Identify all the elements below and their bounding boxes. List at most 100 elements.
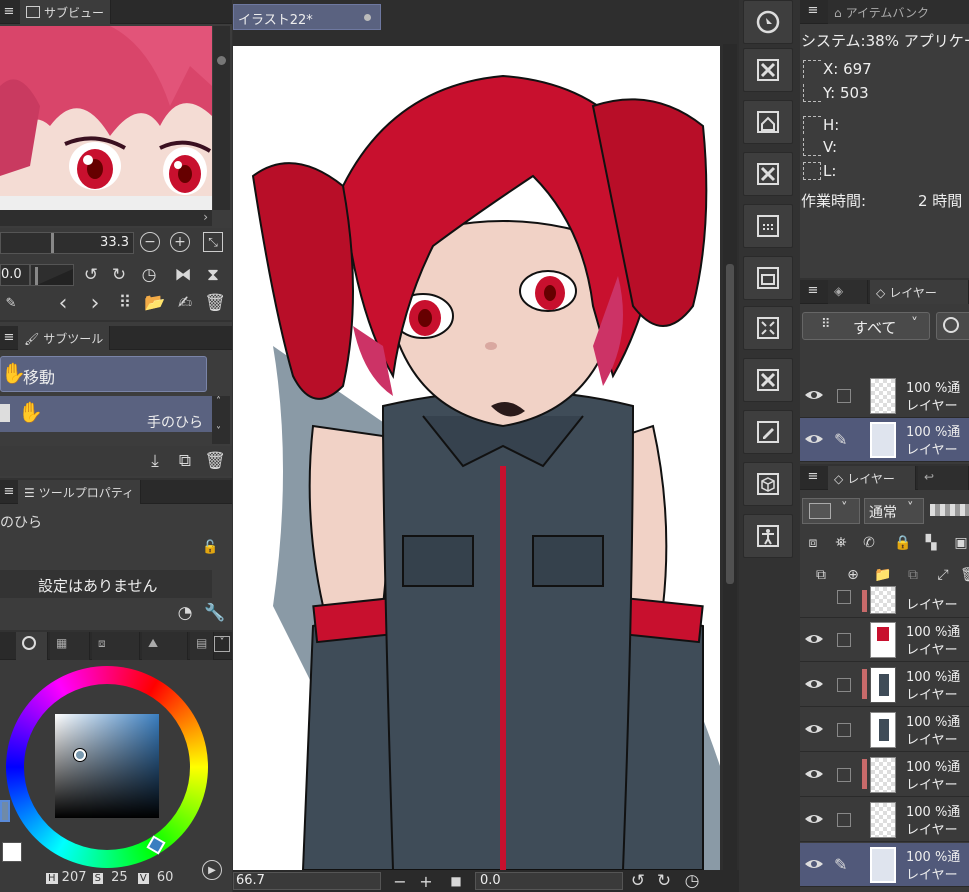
tab-layer-property[interactable]: ◈	[828, 280, 868, 304]
subview-hscrollbar[interactable]: ›	[0, 210, 212, 226]
rotate-field[interactable]: 0.0	[0, 264, 30, 286]
play-icon[interactable]: ▶	[202, 860, 222, 880]
mask-icon[interactable]: ▣	[950, 532, 969, 554]
eye-icon[interactable]	[804, 387, 824, 403]
trash-icon[interactable]: 🗑	[204, 292, 226, 314]
command-button-3[interactable]	[743, 100, 793, 144]
menu-icon[interactable]: ≡	[2, 484, 16, 499]
new-folder-icon[interactable]: 📁	[872, 564, 894, 586]
tab-subtool[interactable]: 🖌 サブツール	[18, 326, 111, 350]
rotate-right-icon[interactable]: ↻	[108, 264, 130, 286]
tool-settings-icon[interactable]: ◔	[174, 602, 196, 624]
canvas-zoom-field[interactable]: 66.7	[233, 872, 381, 890]
opacity-slider[interactable]	[930, 504, 969, 516]
merge-down-icon[interactable]: ⤢	[932, 564, 954, 586]
layer-row[interactable]: 100 %通 レイヤー	[800, 663, 969, 707]
checkbox[interactable]	[837, 633, 851, 647]
rotate-right-icon[interactable]: ↻	[653, 870, 675, 892]
tab-layer-search[interactable]: ◇ レイヤー	[870, 280, 969, 304]
unsaved-dot-icon[interactable]	[364, 14, 371, 21]
layer-row[interactable]: 100 %通 レイヤー	[800, 708, 969, 752]
fit-view-icon[interactable]: ⤡	[203, 232, 223, 252]
tab-history[interactable]: ▤	[190, 632, 214, 660]
blend-mode-dropdown[interactable]: 通常 ˅	[864, 498, 924, 524]
chevron-up-icon[interactable]: ˄	[216, 396, 221, 407]
layer-row[interactable]: レイヤー	[800, 586, 969, 618]
menu-icon[interactable]: ≡	[806, 283, 820, 298]
layer-row[interactable]: 100 %通 レイヤー	[800, 798, 969, 842]
grid-icon[interactable]: ⠿	[114, 292, 136, 314]
chevron-down-icon[interactable]: ˅	[214, 636, 230, 652]
chevron-right-icon[interactable]: ›	[84, 291, 106, 316]
subtool-group-move[interactable]: ✋ 移動	[0, 356, 207, 392]
layer-filter-dropdown[interactable]: ⠿ すべて ˅	[802, 312, 930, 340]
tab-color-set[interactable]: ▦	[50, 632, 90, 660]
sv-picker[interactable]	[74, 749, 86, 761]
ref-layer-icon[interactable]: ⛯	[830, 532, 852, 554]
checkbox[interactable]	[837, 590, 851, 604]
command-button-4[interactable]	[743, 152, 793, 196]
flip-vertical-icon[interactable]: ⧗	[202, 264, 224, 286]
checkbox[interactable]	[837, 678, 851, 692]
trash-icon[interactable]: 🗑	[958, 564, 969, 586]
reset-rotation-icon[interactable]: ◷	[138, 264, 160, 286]
zoom-out-icon[interactable]: −	[140, 232, 160, 252]
rotate-left-icon[interactable]: ↺	[80, 264, 102, 286]
command-button-5[interactable]	[743, 204, 793, 248]
tab-subview[interactable]: サブビュー	[20, 0, 112, 24]
checkbox[interactable]	[837, 768, 851, 782]
tab-color-wheel[interactable]	[16, 632, 48, 660]
subview-vscrollbar[interactable]	[213, 26, 230, 210]
pen-icon[interactable]: ✎	[0, 292, 22, 314]
open-folder-icon[interactable]: 📂	[144, 292, 166, 314]
tab-approx[interactable]: ⛰	[142, 632, 188, 660]
eye-icon[interactable]	[804, 811, 824, 827]
subtool-item-hand[interactable]: ✋ 手のひら	[0, 396, 212, 432]
layer-row[interactable]: 100 %通 レイヤー	[800, 618, 969, 662]
menu-icon[interactable]: ≡	[2, 4, 16, 19]
zoom-slider[interactable]: 33.3	[0, 232, 134, 254]
lock-alpha-icon[interactable]: ▚	[920, 532, 942, 554]
layer-row[interactable]: 100 %通 レイヤー	[800, 753, 969, 797]
checkbox-checked-icon[interactable]	[0, 404, 10, 422]
command-button-6[interactable]	[743, 256, 793, 300]
tab-item-bank[interactable]: ⌂ アイテムバンク	[828, 0, 969, 24]
new-raster-layer-icon[interactable]: ⧉	[810, 564, 832, 586]
tab-intermediate[interactable]: ⧈	[92, 632, 140, 660]
reset-rotation-icon[interactable]: ◷	[681, 870, 703, 892]
menu-icon[interactable]: ≡	[806, 3, 820, 18]
command-button-9[interactable]	[743, 410, 793, 454]
eye-icon[interactable]	[804, 721, 824, 737]
draft-layer-icon[interactable]: ✆	[858, 532, 880, 554]
search-button[interactable]	[936, 312, 969, 340]
command-button-7[interactable]	[743, 306, 793, 350]
eye-icon[interactable]	[804, 856, 824, 872]
rotate-slider[interactable]	[30, 264, 74, 286]
command-button-11[interactable]	[743, 514, 793, 558]
subtool-scrollbar[interactable]: ˄ ˅	[212, 396, 230, 444]
sv-square[interactable]	[55, 714, 159, 818]
menu-icon[interactable]: ≡	[806, 469, 820, 484]
lock-icon[interactable]: 🔒	[892, 532, 914, 554]
command-button-10[interactable]	[743, 462, 793, 506]
rotate-left-icon[interactable]: ↺	[627, 870, 649, 892]
layer-row-selected[interactable]: ✎ 100 %通 レイヤー	[800, 418, 969, 462]
eye-icon[interactable]	[804, 431, 824, 447]
layer-color-dropdown[interactable]: ˅	[802, 498, 860, 524]
eye-icon[interactable]	[804, 676, 824, 692]
chevron-left-icon[interactable]: ‹	[52, 291, 74, 316]
chevron-down-icon[interactable]: ˅	[216, 426, 221, 437]
sub-color-swatch[interactable]	[2, 842, 22, 862]
zoom-out-icon[interactable]: −	[389, 870, 411, 892]
canvas-vscrollbar[interactable]	[723, 44, 737, 870]
zoom-in-icon[interactable]: +	[415, 870, 437, 892]
layer-row[interactable]: 100 %通 レイヤー	[800, 374, 969, 418]
eye-icon[interactable]	[804, 766, 824, 782]
menu-icon[interactable]: ≡	[2, 330, 16, 345]
transfer-down-icon[interactable]: ⧉	[902, 564, 924, 586]
command-button-8[interactable]	[743, 358, 793, 402]
command-button-2[interactable]	[743, 48, 793, 92]
zoom-in-icon[interactable]: +	[170, 232, 190, 252]
checkbox[interactable]	[837, 813, 851, 827]
tab-toolprop[interactable]: ☰ ツールプロパティ	[18, 480, 142, 504]
